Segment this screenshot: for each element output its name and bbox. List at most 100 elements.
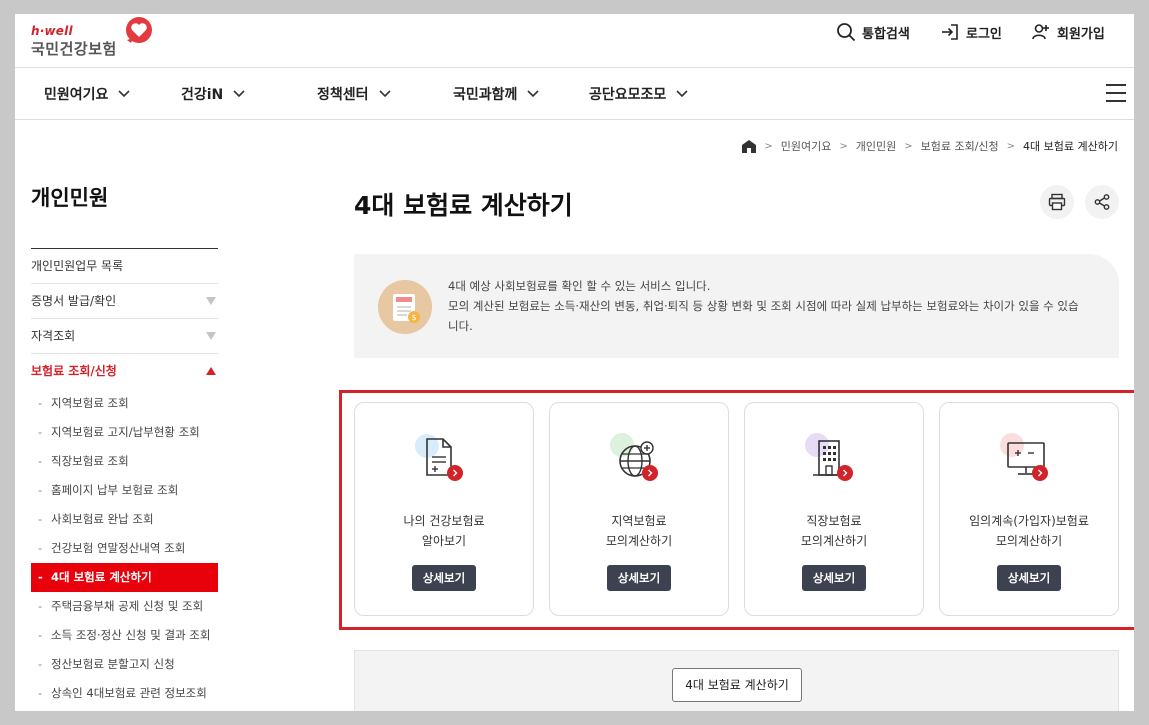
gnb-item-together[interactable]: 국민과함께 bbox=[453, 84, 539, 104]
sidebar-sub-label: 소득 조정·정산 신청 및 결과 조회 bbox=[51, 628, 211, 642]
document-coin-icon: $ bbox=[378, 280, 432, 334]
sidebar-item-list[interactable]: 개인민원업무 목록 bbox=[31, 249, 218, 284]
signup-link[interactable]: 회원가입 bbox=[1031, 22, 1105, 42]
card-workplace-premium: 직장보험료 모의계산하기 상세보기 bbox=[744, 402, 924, 616]
sidebar-sub-label: 건강보험 연말정산내역 조회 bbox=[51, 541, 186, 555]
triangle-down-icon bbox=[206, 332, 216, 340]
sidebar-sub-item[interactable]: - 홈페이지 납부 보험료 조회 bbox=[31, 476, 218, 505]
bottom-action-box: 4대 보험료 계산하기 bbox=[354, 650, 1119, 711]
breadcrumb: > 민원여기요 > 개인민원 > 보험료 조회/신청 > 4대 보험료 계산하기 bbox=[742, 138, 1118, 154]
chevron-right-icon: > bbox=[764, 140, 773, 152]
sidebar-sub-item[interactable]: - 정산보험료 분할고지 신청 bbox=[31, 650, 218, 679]
page-title: 4대 보험료 계산하기 bbox=[354, 191, 573, 220]
card-label: 직장보험료 모의계산하기 bbox=[745, 511, 923, 551]
search-link[interactable]: 통합검색 bbox=[836, 22, 910, 42]
chevron-right-icon: > bbox=[904, 140, 913, 152]
detail-button[interactable]: 상세보기 bbox=[412, 565, 476, 591]
main-navigation: 민원여기요 건강iN 정책센터 국민과함께 공단요모조모 bbox=[15, 68, 1134, 120]
card-my-health-premium: 나의 건강보험료 알아보기 상세보기 bbox=[354, 402, 534, 616]
printer-icon bbox=[1048, 193, 1066, 211]
sidebar-sub-label: 지역보험료 고지/납부현황 조회 bbox=[51, 425, 200, 439]
sidebar-title: 개인민원 bbox=[31, 182, 218, 249]
detail-button[interactable]: 상세보기 bbox=[802, 565, 866, 591]
card-label-line: 지역보험료 bbox=[611, 514, 667, 528]
gnb-label: 국민과함께 bbox=[453, 87, 518, 103]
document-plus-icon bbox=[415, 434, 463, 481]
sidebar-sub-item[interactable]: - 사회보험료 완납 조회 bbox=[31, 505, 218, 534]
info-text: 4대 예상 사회보험료를 확인 할 수 있는 서비스 입니다. 모의 계산된 보… bbox=[448, 276, 1088, 336]
logo[interactable]: h·well 국민건강보험 bbox=[31, 17, 161, 62]
breadcrumb-item[interactable]: 보험료 조회/신청 bbox=[921, 138, 999, 154]
gnb-item-about[interactable]: 공단요모조모 bbox=[589, 84, 688, 104]
card-label: 임의계속(가입자)보험료 모의계산하기 bbox=[940, 511, 1118, 551]
sidebar-sub-item[interactable]: - 직장보험료 조회 bbox=[31, 447, 218, 476]
sidebar: 개인민원 개인민원업무 목록 증명서 발급/확인 자격조회 보험료 조회/신청 … bbox=[31, 182, 218, 708]
chevron-right-icon: > bbox=[839, 140, 848, 152]
breadcrumb-item[interactable]: 민원여기요 bbox=[781, 138, 832, 154]
card-label-line: 직장보험료 bbox=[806, 514, 862, 528]
search-label: 통합검색 bbox=[862, 26, 910, 42]
sidebar-item-label: 보험료 조회/신청 bbox=[31, 364, 117, 378]
gnb-item-policy[interactable]: 정책센터 bbox=[317, 84, 391, 104]
sidebar-sub-label: 상속인 4대보험료 관련 정보조회 bbox=[51, 686, 207, 700]
sidebar-sub-item[interactable]: - 지역보험료 조회 bbox=[31, 389, 218, 418]
gnb-label: 건강iN bbox=[181, 87, 224, 103]
sidebar-item-premium[interactable]: 보험료 조회/신청 bbox=[31, 354, 218, 389]
gnb-item-health[interactable]: 건강iN bbox=[181, 84, 245, 104]
gnb-label: 공단요모조모 bbox=[589, 87, 667, 103]
chevron-down-icon bbox=[233, 90, 245, 98]
page-frame: h·well 국민건강보험 통합검색 로그인 회원가입 민원여기요 건강iN 정… bbox=[15, 14, 1134, 711]
card-label-line: 임의계속(가입자)보험료 bbox=[969, 514, 1089, 528]
sidebar-sub-label: 직장보험료 조회 bbox=[51, 454, 129, 468]
calculate-4-insurance-button[interactable]: 4대 보험료 계산하기 bbox=[672, 668, 802, 702]
search-icon bbox=[837, 23, 856, 42]
print-button[interactable] bbox=[1040, 185, 1074, 219]
gnb-label: 정책센터 bbox=[317, 87, 369, 103]
menu-icon[interactable] bbox=[1106, 84, 1126, 102]
logo-small-text: h·well bbox=[31, 24, 73, 38]
card-voluntary-premium: 임의계속(가입자)보험료 모의계산하기 상세보기 bbox=[939, 402, 1119, 616]
sidebar-item-label: 자격조회 bbox=[31, 329, 76, 343]
triangle-up-icon bbox=[206, 367, 216, 375]
home-icon[interactable] bbox=[742, 139, 757, 153]
detail-button[interactable]: 상세보기 bbox=[607, 565, 671, 591]
card-label-line: 알아보기 bbox=[421, 534, 467, 548]
chevron-down-icon bbox=[527, 90, 539, 98]
info-line: 4대 예상 사회보험료를 확인 할 수 있는 서비스 입니다. bbox=[448, 279, 711, 293]
gnb-item-civil[interactable]: 민원여기요 bbox=[44, 84, 130, 104]
svg-text:$: $ bbox=[411, 313, 416, 322]
login-link[interactable]: 로그인 bbox=[940, 22, 1002, 42]
gnb-label: 민원여기요 bbox=[44, 87, 109, 103]
share-button[interactable] bbox=[1085, 185, 1119, 219]
chevron-down-icon bbox=[676, 90, 688, 98]
sidebar-sub-item[interactable]: - 건강보험 연말정산내역 조회 bbox=[31, 534, 218, 563]
detail-button[interactable]: 상세보기 bbox=[997, 565, 1061, 591]
add-user-icon bbox=[1032, 24, 1049, 40]
triangle-down-icon bbox=[206, 297, 216, 305]
card-label: 지역보험료 모의계산하기 bbox=[550, 511, 728, 551]
share-icon bbox=[1094, 194, 1110, 210]
login-icon bbox=[942, 24, 958, 40]
sidebar-sub-label: 사회보험료 완납 조회 bbox=[51, 512, 154, 526]
sidebar-item-label: 증명서 발급/확인 bbox=[31, 294, 117, 308]
sidebar-sub-item-active[interactable]: -4대 보험료 계산하기 bbox=[31, 563, 218, 592]
building-icon bbox=[805, 433, 853, 481]
sidebar-sub-label: 정산보험료 분할고지 신청 bbox=[51, 657, 175, 671]
signup-label: 회원가입 bbox=[1057, 26, 1105, 42]
sidebar-item-label: 개인민원업무 목록 bbox=[31, 259, 124, 273]
sidebar-sub-item[interactable]: - 주택금융부채 공제 신청 및 조회 bbox=[31, 592, 218, 621]
card-label-line: 모의계산하기 bbox=[995, 534, 1063, 548]
card-label-line: 모의계산하기 bbox=[605, 534, 673, 548]
sidebar-sub-item[interactable]: - 소득 조정·정산 신청 및 결과 조회 bbox=[31, 621, 218, 650]
sidebar-sub-label: 홈페이지 납부 보험료 조회 bbox=[51, 483, 179, 497]
top-bar: h·well 국민건강보험 통합검색 로그인 회원가입 bbox=[15, 14, 1134, 68]
card-regional-premium: 지역보험료 모의계산하기 상세보기 bbox=[549, 402, 729, 616]
sidebar-item-certificate[interactable]: 증명서 발급/확인 bbox=[31, 284, 218, 319]
sidebar-sub-item[interactable]: - 지역보험료 고지/납부현황 조회 bbox=[31, 418, 218, 447]
sidebar-item-qualification[interactable]: 자격조회 bbox=[31, 319, 218, 354]
monitor-calc-icon bbox=[1000, 433, 1048, 481]
breadcrumb-item[interactable]: 개인민원 bbox=[856, 138, 896, 154]
sidebar-sub-item[interactable]: - 상속인 4대보험료 관련 정보조회 bbox=[31, 679, 218, 708]
info-line: 모의 계산된 보험료는 소득·재산의 변동, 취업·퇴직 등 상황 변화 및 조… bbox=[448, 299, 1079, 333]
chevron-down-icon bbox=[378, 90, 391, 98]
